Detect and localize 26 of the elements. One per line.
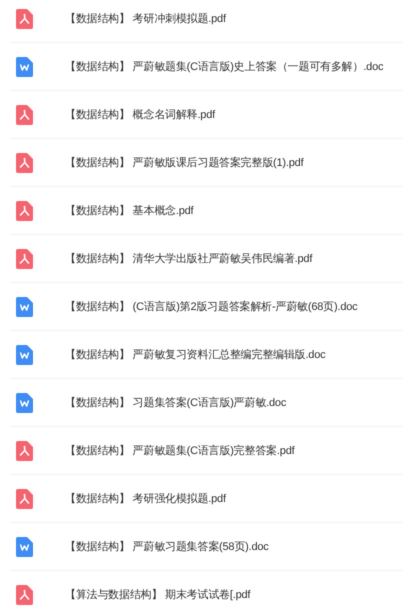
word-file-icon — [16, 392, 33, 412]
file-name[interactable]: 【数据结构】 考研冲刺模拟题.pdf — [65, 11, 226, 26]
file-name[interactable]: 【数据结构】 严蔚敏题集(C语言版)完整答案.pdf — [65, 443, 294, 458]
pdf-file-icon — [16, 488, 33, 508]
word-file-icon — [16, 56, 33, 76]
pdf-file-icon — [16, 8, 33, 28]
file-name[interactable]: 【数据结构】 严蔚敏版课后习题答案完整版(1).pdf — [65, 155, 304, 170]
pdf-file-icon — [16, 440, 33, 460]
pdf-file-icon — [16, 248, 33, 268]
pdf-file-icon — [16, 152, 33, 172]
file-name[interactable]: 【数据结构】 基本概念.pdf — [65, 203, 194, 218]
pdf-file-icon — [16, 104, 33, 124]
file-name[interactable]: 【数据结构】 习题集答案(C语言版)严蔚敏.doc — [65, 395, 286, 410]
word-file-icon — [16, 296, 33, 316]
pdf-file-icon — [16, 584, 33, 604]
file-name[interactable]: 【数据结构】 严蔚敏复习资料汇总整编完整编辑版.doc — [65, 347, 326, 362]
file-name[interactable]: 【数据结构】 考研强化模拟题.pdf — [65, 491, 226, 506]
file-name[interactable]: 【数据结构】 概念名词解释.pdf — [65, 107, 216, 122]
file-name[interactable]: 【数据结构】 (C语言版)第2版习题答案解析-严蔚敏(68页).doc — [65, 299, 358, 314]
word-file-icon — [16, 536, 33, 556]
file-name[interactable]: 【算法与数据结构】 期末考试试卷[.pdf — [65, 587, 250, 602]
pdf-file-icon — [16, 200, 33, 220]
word-file-icon — [16, 344, 33, 364]
file-name[interactable]: 【数据结构】 严蔚敏题集(C语言版)史上答案（一题可有多解）.doc — [65, 59, 384, 74]
file-name[interactable]: 【数据结构】 严蔚敏习题集答案(58页).doc — [65, 539, 269, 554]
file-name[interactable]: 【数据结构】 清华大学出版社严蔚敏吴伟民编著.pdf — [65, 251, 312, 266]
